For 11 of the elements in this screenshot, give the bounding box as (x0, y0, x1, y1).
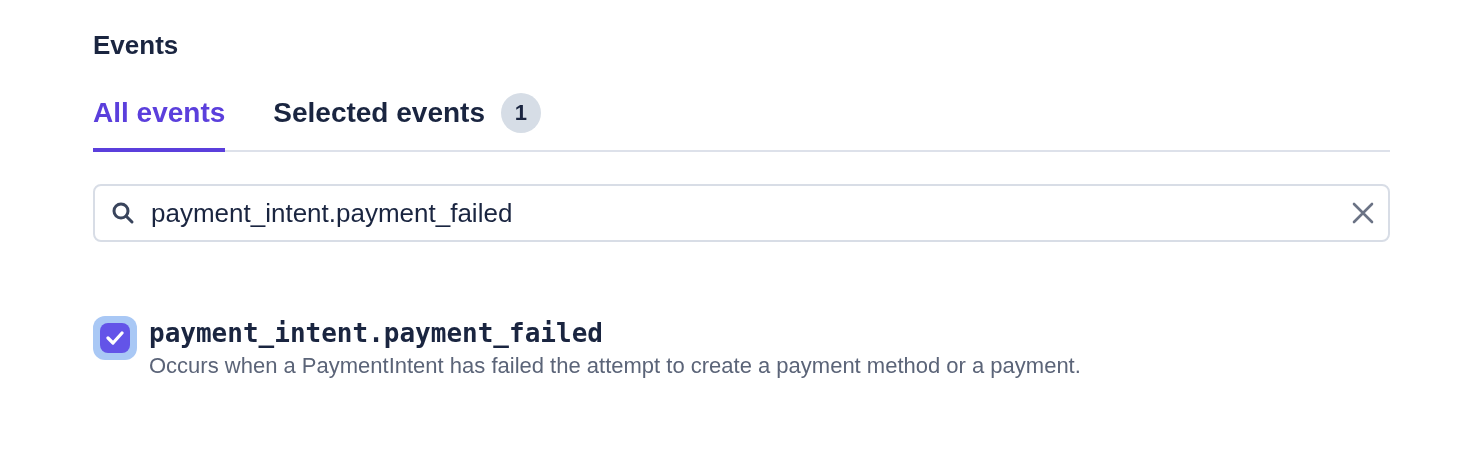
section-title: Events (93, 29, 180, 62)
search-icon (111, 201, 135, 225)
tab[interactable]: All events (93, 96, 226, 152)
event-name: payment_intent.payment_failed (149, 317, 604, 350)
check-icon (106, 331, 124, 345)
checkbox[interactable] (93, 316, 137, 360)
event-description: Occurs when a PaymentIntent has failed the attempt to create a payment method or a payment. (149, 352, 1081, 380)
count-badge: 1 (500, 93, 541, 133)
search-field[interactable]: payment_intent.payment_failed (93, 184, 1390, 242)
close-icon[interactable] (1352, 202, 1374, 224)
tab[interactable]: Selected events 1 (273, 96, 541, 152)
